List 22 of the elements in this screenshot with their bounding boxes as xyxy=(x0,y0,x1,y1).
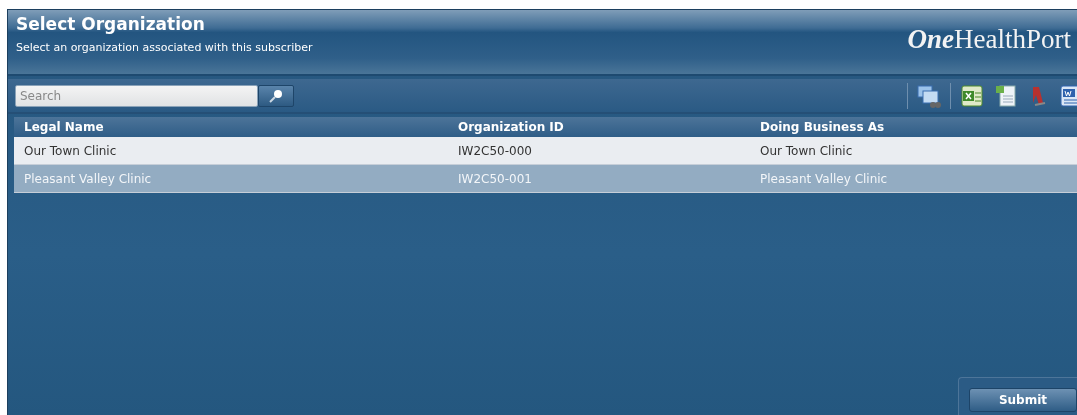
column-header: Legal Name xyxy=(23,120,105,134)
submit-button[interactable]: Submit xyxy=(969,388,1077,412)
column-header: Organization ID xyxy=(457,120,565,134)
table-cell-text: Our Town Clinic xyxy=(23,143,118,158)
logo-text: HealthPort xyxy=(954,24,1071,54)
document-icon[interactable] xyxy=(993,82,1019,109)
dialog-subtitle: Select an organization associated with this subscriber xyxy=(16,41,313,54)
table-row[interactable]: Our Town Clinic IW2C50-000 Our Town Clinic xyxy=(14,137,1077,165)
table-cell-text: Our Town Clinic xyxy=(759,143,853,158)
column-header: Doing Business As xyxy=(759,120,885,134)
table-cell-text: IW2C50-001 xyxy=(457,171,533,186)
dialog-title: Select Organization xyxy=(16,13,206,35)
windows-icon[interactable] xyxy=(916,82,942,109)
search-icon xyxy=(268,88,284,103)
spreadsheet-icon[interactable] xyxy=(959,82,985,109)
search-field[interactable]: Search xyxy=(15,84,258,107)
table-cell-text: Pleasant Valley Clinic xyxy=(23,171,153,186)
logo-mark: One xyxy=(907,24,954,54)
word-document-icon[interactable] xyxy=(1057,82,1077,109)
search-button[interactable] xyxy=(258,84,294,107)
table-cell-text: IW2C50-000 xyxy=(457,143,533,158)
table-cell-text: Pleasant Valley Clinic xyxy=(759,171,888,186)
